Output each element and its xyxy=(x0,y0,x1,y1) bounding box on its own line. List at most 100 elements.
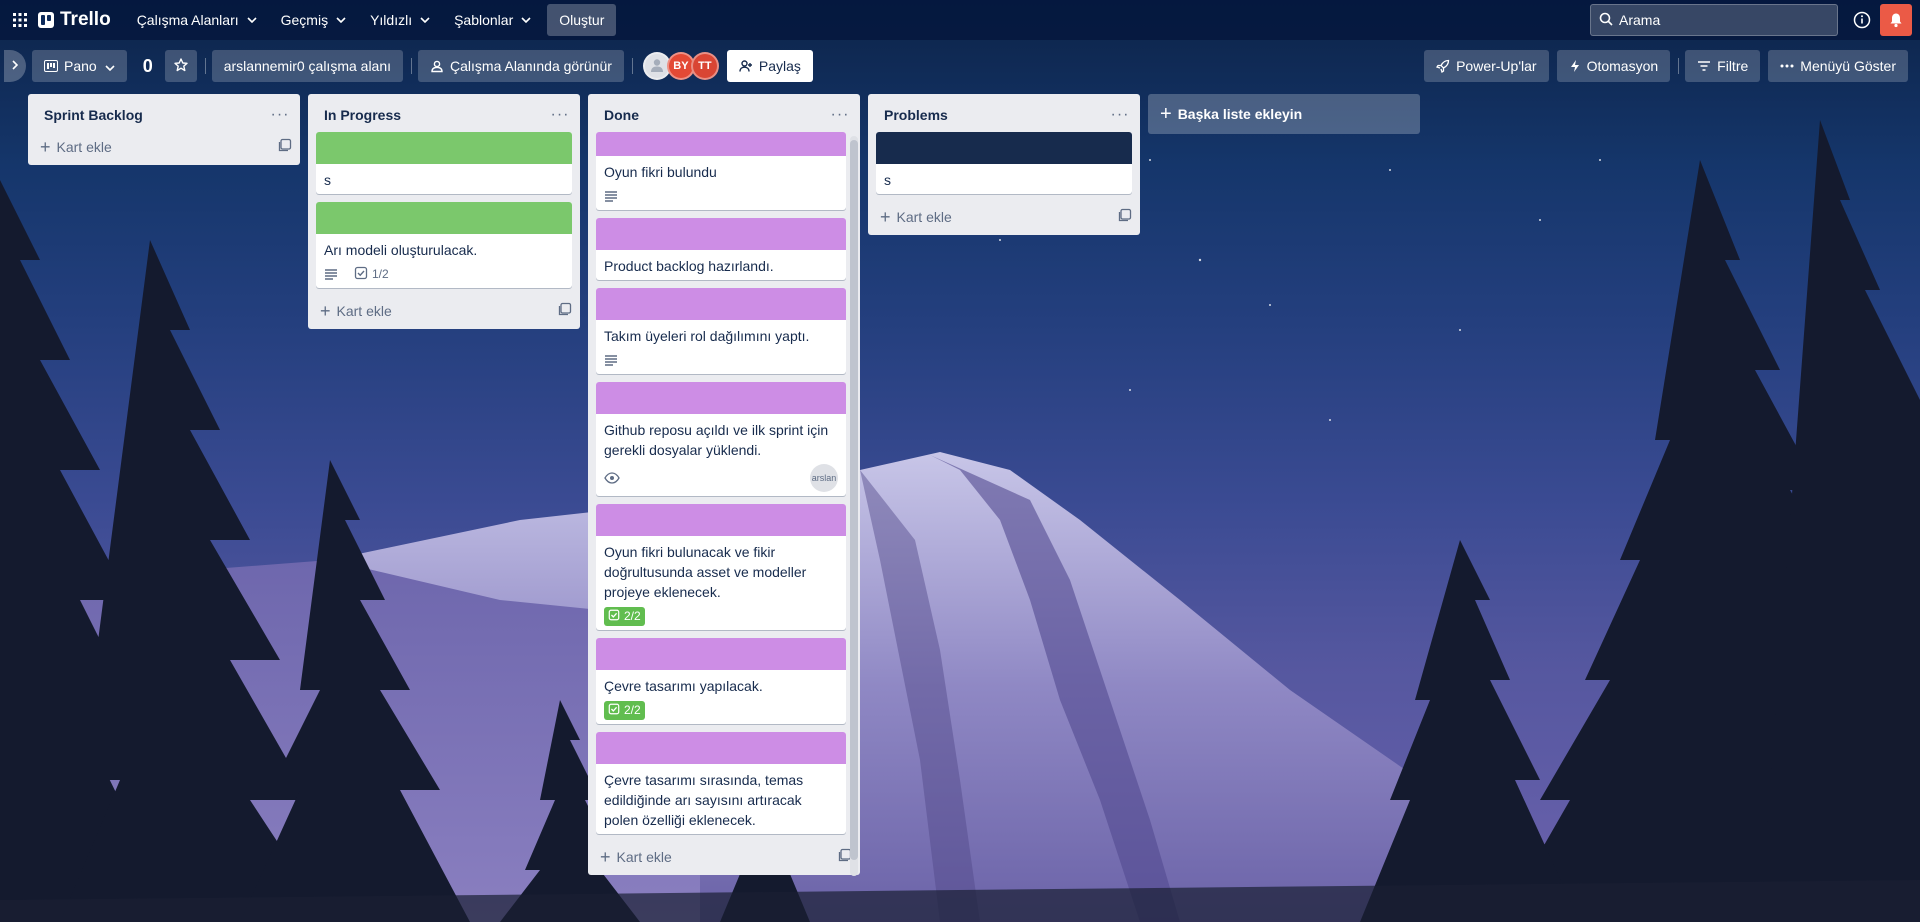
card[interactable]: Oyun fikri bulunacak ve fikir doğrultusu… xyxy=(596,504,846,630)
list-done: Done ··· Oyun fikri bulundu Product back… xyxy=(588,94,860,876)
checklist-complete-badge: 2/2 xyxy=(604,606,645,626)
card-cover xyxy=(316,132,572,164)
card[interactable]: Takım üyeleri rol dağılımını yaptı. xyxy=(596,288,846,374)
search-icon xyxy=(1599,12,1613,29)
add-card-button[interactable]: + Kart ekle xyxy=(28,132,300,161)
list-menu-icon[interactable]: ··· xyxy=(548,106,572,124)
filter-button[interactable]: Filtre xyxy=(1685,50,1761,82)
card-title: Takım üyeleri rol dağılımını yaptı. xyxy=(604,328,810,344)
show-menu-button[interactable]: Menüyü Göster xyxy=(1768,50,1908,82)
card[interactable]: Product backlog hazırlandı. xyxy=(596,218,846,280)
add-card-button[interactable]: + Kart ekle xyxy=(308,296,580,325)
card-template-icon[interactable] xyxy=(558,302,572,319)
card-cover xyxy=(596,132,846,156)
avatar[interactable]: TT xyxy=(690,52,719,80)
add-card-label: Kart ekle xyxy=(896,208,952,225)
checklist-icon xyxy=(608,609,624,624)
list-menu-icon[interactable]: ··· xyxy=(268,106,292,124)
add-card-label: Kart ekle xyxy=(616,848,672,865)
add-list-label: Başka liste ekleyin xyxy=(1177,106,1303,122)
card-member-avatar[interactable]: arslan xyxy=(810,464,838,492)
board-icon xyxy=(44,60,58,72)
list-menu-icon[interactable]: ··· xyxy=(828,106,852,124)
workspace-button[interactable]: arslannemir0 çalışma alanı xyxy=(211,50,404,82)
plus-icon: + xyxy=(40,136,51,157)
checklist-count: 2/2 xyxy=(624,703,641,717)
description-icon xyxy=(604,190,622,202)
plus-icon: + xyxy=(320,300,331,321)
top-navigation: Trello Çalışma Alanları Geçmiş Yıldızlı … xyxy=(0,0,1920,40)
card-title: Çevre tasarımı yapılacak. xyxy=(604,678,763,694)
board-members: BY TT xyxy=(642,52,719,80)
plus-icon: + xyxy=(600,846,611,867)
sidebar-expand-button[interactable] xyxy=(4,50,26,82)
checklist-complete-badge: 2/2 xyxy=(604,700,645,720)
add-list-button[interactable]: + Başka liste ekleyin xyxy=(1148,94,1420,134)
search-box[interactable] xyxy=(1590,4,1838,36)
menu-templates[interactable]: Şablonlar xyxy=(442,4,543,36)
done-card-area[interactable]: Oyun fikri bulundu Product backlog hazır… xyxy=(588,132,860,842)
board-title[interactable]: 0 xyxy=(135,56,161,77)
app-switcher-icon[interactable] xyxy=(8,8,32,32)
watch-eye-icon xyxy=(604,472,624,484)
card[interactable]: Çevre tasarımı sırasında, temas edildiği… xyxy=(596,732,846,834)
card-template-icon[interactable] xyxy=(278,138,292,155)
star-board-button[interactable] xyxy=(164,50,197,82)
chevron-down-icon xyxy=(420,15,430,26)
create-button[interactable]: Oluştur xyxy=(547,4,617,36)
card[interactable]: s xyxy=(876,132,1132,194)
workspace-label: arslannemir0 çalışma alanı xyxy=(223,58,392,74)
menu-recent-label: Geçmiş xyxy=(280,12,329,28)
add-card-button[interactable]: + Kart ekle xyxy=(588,842,860,871)
list-title[interactable]: Problems xyxy=(884,107,948,123)
search-input[interactable] xyxy=(1619,12,1819,28)
menu-starred-label: Yıldızlı xyxy=(370,12,413,28)
visibility-button[interactable]: Çalışma Alanında görünür xyxy=(418,50,624,82)
checklist-count: 2/2 xyxy=(624,609,641,623)
trello-logo-icon xyxy=(38,12,54,28)
more-horizontal-icon xyxy=(1780,64,1794,68)
share-button[interactable]: Paylaş xyxy=(726,50,813,82)
header-divider xyxy=(631,58,633,74)
scrollbar-thumb[interactable] xyxy=(850,140,858,860)
logo-text: Trello xyxy=(60,9,111,30)
trello-logo[interactable]: Trello xyxy=(38,9,111,31)
board-header: Pano 0 arslannemir0 çalışma alanı Çalışm… xyxy=(0,40,1920,92)
menu-recent[interactable]: Geçmiş xyxy=(269,4,358,36)
description-icon xyxy=(324,268,342,280)
powerups-button[interactable]: Power-Up'lar xyxy=(1424,50,1549,82)
card[interactable]: Github reposu açıldı ve ilk sprint için … xyxy=(596,382,846,496)
board-view-switcher[interactable]: Pano xyxy=(32,50,127,82)
card[interactable]: Çevre tasarımı yapılacak. 2/2 xyxy=(596,638,846,724)
list-title[interactable]: In Progress xyxy=(324,107,401,123)
checklist-icon xyxy=(354,266,372,283)
menu-workspaces[interactable]: Çalışma Alanları xyxy=(125,4,269,36)
card-title: Product backlog hazırlandı. xyxy=(604,258,774,274)
card[interactable]: s xyxy=(316,132,572,194)
rocket-icon xyxy=(1436,59,1450,73)
list-title[interactable]: Done xyxy=(604,107,639,123)
menu-starred[interactable]: Yıldızlı xyxy=(358,4,442,36)
show-menu-label: Menüyü Göster xyxy=(1800,58,1896,74)
card-cover xyxy=(876,132,1132,164)
add-card-button[interactable]: + Kart ekle xyxy=(868,202,1140,231)
notification-bell-icon[interactable] xyxy=(1880,4,1912,36)
info-icon[interactable] xyxy=(1846,4,1878,36)
list-menu-icon[interactable]: ··· xyxy=(1108,106,1132,124)
card-title: Oyun fikri bulundu xyxy=(604,164,717,180)
chevron-down-icon xyxy=(521,15,531,26)
card-template-icon[interactable] xyxy=(1118,208,1132,225)
header-divider xyxy=(204,58,206,74)
chevron-down-icon xyxy=(105,58,115,74)
card[interactable]: Arı modeli oluşturulacak. 1/2 xyxy=(316,202,572,288)
list-title[interactable]: Sprint Backlog xyxy=(44,107,143,123)
card[interactable]: Oyun fikri bulundu xyxy=(596,132,846,210)
list-scrollbar[interactable] xyxy=(850,136,858,876)
board-view-label: Pano xyxy=(64,58,97,74)
description-icon xyxy=(604,354,622,366)
people-icon xyxy=(430,59,444,73)
card-title: Oyun fikri bulunacak ve fikir doğrultusu… xyxy=(604,544,807,600)
automation-button[interactable]: Otomasyon xyxy=(1556,50,1671,82)
card-title: s xyxy=(884,172,891,188)
filter-label: Filtre xyxy=(1717,58,1749,74)
